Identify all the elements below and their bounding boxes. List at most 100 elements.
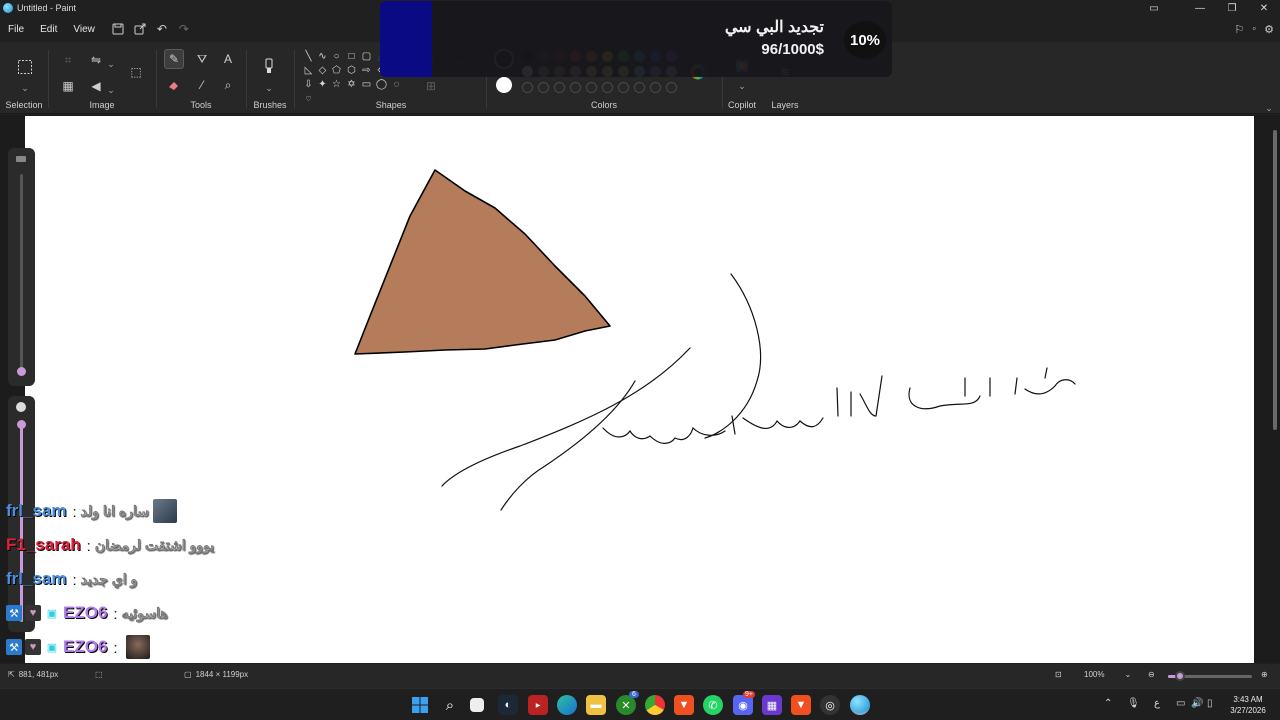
rotate-dropdown-icon[interactable]: ⌄ — [106, 80, 116, 100]
rotate-icon[interactable]: ◀ — [86, 76, 106, 96]
shape-size-icon[interactable]: ⊞ — [418, 76, 444, 96]
custom-color-slot[interactable] — [666, 82, 677, 93]
maximize-button[interactable]: ❐ — [1216, 0, 1248, 16]
search-icon[interactable]: ⌕ — [440, 695, 460, 715]
share-icon[interactable] — [129, 18, 151, 40]
zoom-select[interactable]: 100% ⌄ — [1084, 670, 1131, 679]
right-triangle-shape-icon[interactable]: ◺ — [302, 64, 315, 77]
custom-color-slot[interactable] — [522, 82, 533, 93]
undo-icon[interactable]: ↶ — [151, 18, 173, 40]
chat-username[interactable]: EZO6 — [63, 637, 107, 657]
magnifier-icon[interactable]: ⌕ — [218, 75, 238, 95]
edge-icon[interactable] — [557, 695, 577, 715]
volume-icon[interactable]: 🔊 — [1191, 698, 1203, 709]
video-editor-icon[interactable]: ▶ — [528, 695, 548, 715]
zoom-in-icon[interactable]: ⊕ — [1261, 670, 1268, 679]
custom-color-slot[interactable] — [586, 82, 597, 93]
six-point-star-shape-icon[interactable]: ✡ — [345, 78, 358, 91]
fill-bucket-icon[interactable]: ⛛ — [192, 49, 212, 69]
select-rectangle-icon[interactable] — [14, 56, 36, 78]
fit-to-window-icon[interactable]: ⊡ — [1055, 670, 1062, 679]
chat-username[interactable]: frl_sam — [6, 501, 66, 521]
brushes-dropdown-icon[interactable]: ⌄ — [264, 78, 274, 98]
color-picker-icon[interactable]: ⁄ — [192, 75, 212, 95]
resize-icon[interactable]: ⇋ — [86, 50, 106, 70]
hexagon-shape-icon[interactable]: ⬡ — [345, 64, 358, 77]
brush-size-thumb[interactable] — [17, 367, 26, 376]
oval-shape-icon[interactable]: ○ — [330, 50, 343, 63]
zoom-out-icon[interactable]: ⊖ — [1148, 670, 1155, 679]
pentagon-shape-icon[interactable]: ⬠ — [330, 64, 343, 77]
whatsapp-icon[interactable]: ✆ — [703, 695, 723, 715]
chat-username[interactable]: frl_sam — [6, 569, 66, 589]
clock[interactable]: 3:43 AM 3/27/2026 — [1222, 694, 1274, 716]
chat-username[interactable]: EZO6 — [63, 603, 107, 623]
curve-shape-icon[interactable]: ∿ — [316, 50, 329, 63]
custom-color-slot[interactable] — [538, 82, 549, 93]
opacity-thumb[interactable] — [17, 420, 26, 429]
apps-grid-icon[interactable]: ▦ — [762, 695, 782, 715]
account-icon[interactable]: ◦ — [1252, 23, 1256, 35]
pencil-icon[interactable]: ✎ — [164, 49, 184, 69]
secondary-color-swatch[interactable] — [496, 77, 512, 93]
menu-view[interactable]: View — [65, 18, 103, 40]
five-point-star-shape-icon[interactable]: ☆ — [330, 78, 343, 91]
custom-color-slot[interactable] — [554, 82, 565, 93]
redo-icon[interactable]: ↷ — [173, 18, 195, 40]
network-icon[interactable]: ▭ — [1176, 698, 1185, 709]
down-arrow-shape-icon[interactable]: ⇩ — [302, 78, 315, 91]
custom-color-slot[interactable] — [602, 82, 613, 93]
tray-overflow-icon[interactable]: ⌃ — [1104, 698, 1112, 709]
brush-icon[interactable] — [259, 56, 279, 76]
resize-dropdown-icon[interactable]: ⌄ — [106, 54, 116, 74]
text-tool-icon[interactable]: A — [218, 49, 238, 69]
custom-color-slot[interactable] — [618, 82, 629, 93]
image-select-icon[interactable]: ⬚ — [126, 62, 146, 82]
remove-background-icon[interactable]: ▦ — [58, 76, 78, 96]
menu-file[interactable]: File — [0, 18, 32, 40]
custom-color-slot[interactable] — [570, 82, 581, 93]
brave-beta-icon[interactable]: ▼ — [791, 695, 811, 715]
chrome-icon[interactable] — [645, 695, 665, 715]
microphone-icon[interactable]: 🎙 — [1127, 698, 1140, 709]
eraser-icon[interactable] — [164, 75, 184, 95]
callout-cloud-shape-icon[interactable]: ◌ — [390, 78, 403, 91]
language-indicator[interactable]: ع — [1154, 698, 1160, 709]
compact-overlay-icon[interactable]: ▭ — [1138, 0, 1170, 16]
selection-dropdown-icon[interactable]: ⌄ — [20, 78, 30, 98]
battery-icon[interactable]: ▯ — [1207, 698, 1213, 709]
obs-icon[interactable]: ◎ — [820, 695, 840, 715]
feedback-icon[interactable]: ⚐ — [1234, 23, 1244, 36]
chat-emote-image — [152, 499, 177, 523]
rectangle-shape-icon[interactable]: □ — [345, 50, 358, 63]
custom-color-slot[interactable] — [650, 82, 661, 93]
task-view-icon[interactable] — [470, 698, 484, 712]
callout-rect-shape-icon[interactable]: ▭ — [360, 78, 373, 91]
save-icon[interactable] — [107, 18, 129, 40]
xbox-icon[interactable]: ✕ — [616, 695, 636, 715]
start-icon[interactable] — [410, 695, 430, 715]
brush-size-slider[interactable] — [8, 148, 35, 386]
zoom-slider-thumb[interactable] — [1175, 671, 1185, 681]
vertical-scrollbar[interactable] — [1273, 130, 1277, 430]
chat-username[interactable]: F1_sarah — [6, 535, 81, 555]
crop-icon[interactable]: ⌗ — [58, 50, 78, 70]
close-button[interactable]: ✕ — [1248, 0, 1280, 16]
four-point-star-shape-icon[interactable]: ✦ — [316, 78, 329, 91]
paint-taskbar-icon[interactable] — [850, 695, 870, 715]
line-shape-icon[interactable]: ╲ — [302, 50, 315, 63]
copilot-dropdown-icon[interactable]: ⌄ — [737, 76, 747, 96]
minimize-button[interactable]: — — [1184, 0, 1216, 16]
menu-edit[interactable]: Edit — [32, 18, 65, 40]
discord-icon[interactable]: ◉ — [733, 695, 753, 715]
callout-oval-shape-icon[interactable]: ◯ — [375, 78, 388, 91]
right-arrow-shape-icon[interactable]: ⇨ — [360, 64, 373, 77]
settings-icon[interactable]: ⚙ — [1264, 23, 1274, 36]
custom-color-slot[interactable] — [634, 82, 645, 93]
discord-badge: 9+ — [743, 691, 755, 698]
rounded-rectangle-shape-icon[interactable]: ▢ — [360, 50, 373, 63]
steam-icon[interactable]: ◐ — [498, 695, 518, 715]
diamond-shape-icon[interactable]: ◇ — [316, 64, 329, 77]
brave-icon[interactable]: ▼ — [674, 695, 694, 715]
file-explorer-icon[interactable]: ▬ — [586, 695, 606, 715]
